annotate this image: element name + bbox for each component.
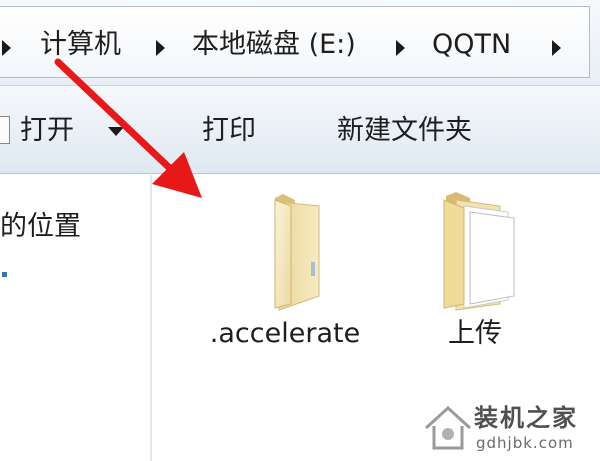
breadcrumb-item-computer[interactable]: 计算机 <box>40 29 121 61</box>
print-button[interactable]: 打印 <box>202 114 256 148</box>
document-icon <box>0 116 10 144</box>
chevron-right-icon[interactable] <box>396 40 405 56</box>
open-button[interactable]: 打开 <box>20 114 74 148</box>
caret-down-icon[interactable] <box>108 127 124 136</box>
breadcrumb[interactable]: 计算机 本地磁盘 (E:) QQTN <box>0 6 590 78</box>
folder-with-files-icon <box>443 192 515 311</box>
watermark-url: gdhjbk.com <box>476 434 574 452</box>
chevron-right-icon[interactable] <box>552 40 561 56</box>
address-bar[interactable]: 计算机 本地磁盘 (E:) QQTN <box>0 0 600 86</box>
file-name: .accelerate <box>209 318 361 349</box>
watermark-logo-icon <box>424 405 472 450</box>
folder-icon <box>274 194 320 311</box>
breadcrumb-item-local-disk[interactable]: 本地磁盘 (E:) <box>192 29 356 61</box>
chevron-right-icon[interactable] <box>156 40 165 56</box>
chevron-right-icon[interactable] <box>2 40 11 56</box>
nav-item-marker <box>2 272 7 277</box>
breadcrumb-item-qqtn[interactable]: QQTN <box>432 29 511 61</box>
folder-item-upload[interactable]: 上传 <box>420 192 530 350</box>
new-folder-button[interactable]: 新建文件夹 <box>337 114 472 148</box>
nav-item-recent-places[interactable]: 的位置 <box>0 210 81 244</box>
folder-item-accelerate[interactable]: .accelerate <box>200 192 370 350</box>
watermark-title: 装机之家 <box>474 404 578 432</box>
command-toolbar: 打开 打印 新建文件夹 <box>0 86 600 174</box>
file-name: 上传 <box>448 318 502 349</box>
